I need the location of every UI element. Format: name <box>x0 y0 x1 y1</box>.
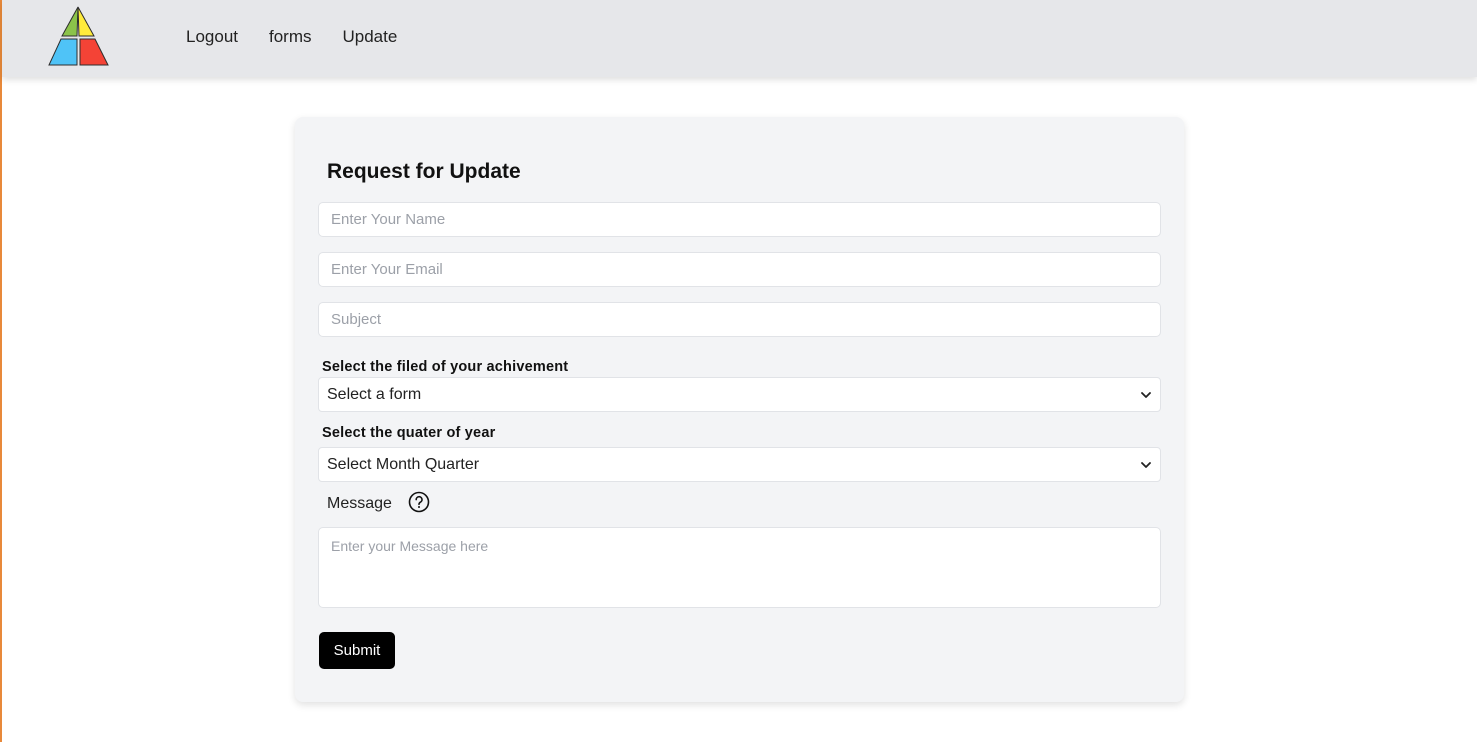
nav-logout[interactable]: Logout <box>186 26 238 48</box>
navbar: Logout forms Update <box>2 0 1477 77</box>
chevron-down-icon <box>1141 461 1151 468</box>
update-request-card: Request for Update Select the filed of y… <box>295 117 1184 702</box>
quarter-select-label: Select the quater of year <box>322 425 496 441</box>
page-title: Request for Update <box>327 160 521 183</box>
achievement-field-select[interactable]: Select a form <box>318 377 1161 412</box>
name-input[interactable] <box>318 202 1161 237</box>
field-select-label: Select the filed of your achivement <box>322 359 569 375</box>
message-textarea[interactable] <box>318 527 1161 608</box>
subject-input[interactable] <box>318 302 1161 337</box>
logo[interactable] <box>47 5 109 67</box>
submit-button[interactable]: Submit <box>319 632 395 669</box>
email-input[interactable] <box>318 252 1161 287</box>
achievement-field-selected: Select a form <box>327 385 422 403</box>
nav-links: Logout forms Update <box>186 26 428 48</box>
quarter-selected: Select Month Quarter <box>327 455 480 473</box>
nav-forms[interactable]: forms <box>269 26 312 48</box>
nav-update[interactable]: Update <box>343 26 398 48</box>
message-label-row: Message <box>327 491 430 513</box>
quarter-select[interactable]: Select Month Quarter <box>318 447 1161 482</box>
chevron-down-icon <box>1141 391 1151 398</box>
question-circle-icon[interactable] <box>408 491 430 513</box>
message-label: Message <box>327 495 392 512</box>
